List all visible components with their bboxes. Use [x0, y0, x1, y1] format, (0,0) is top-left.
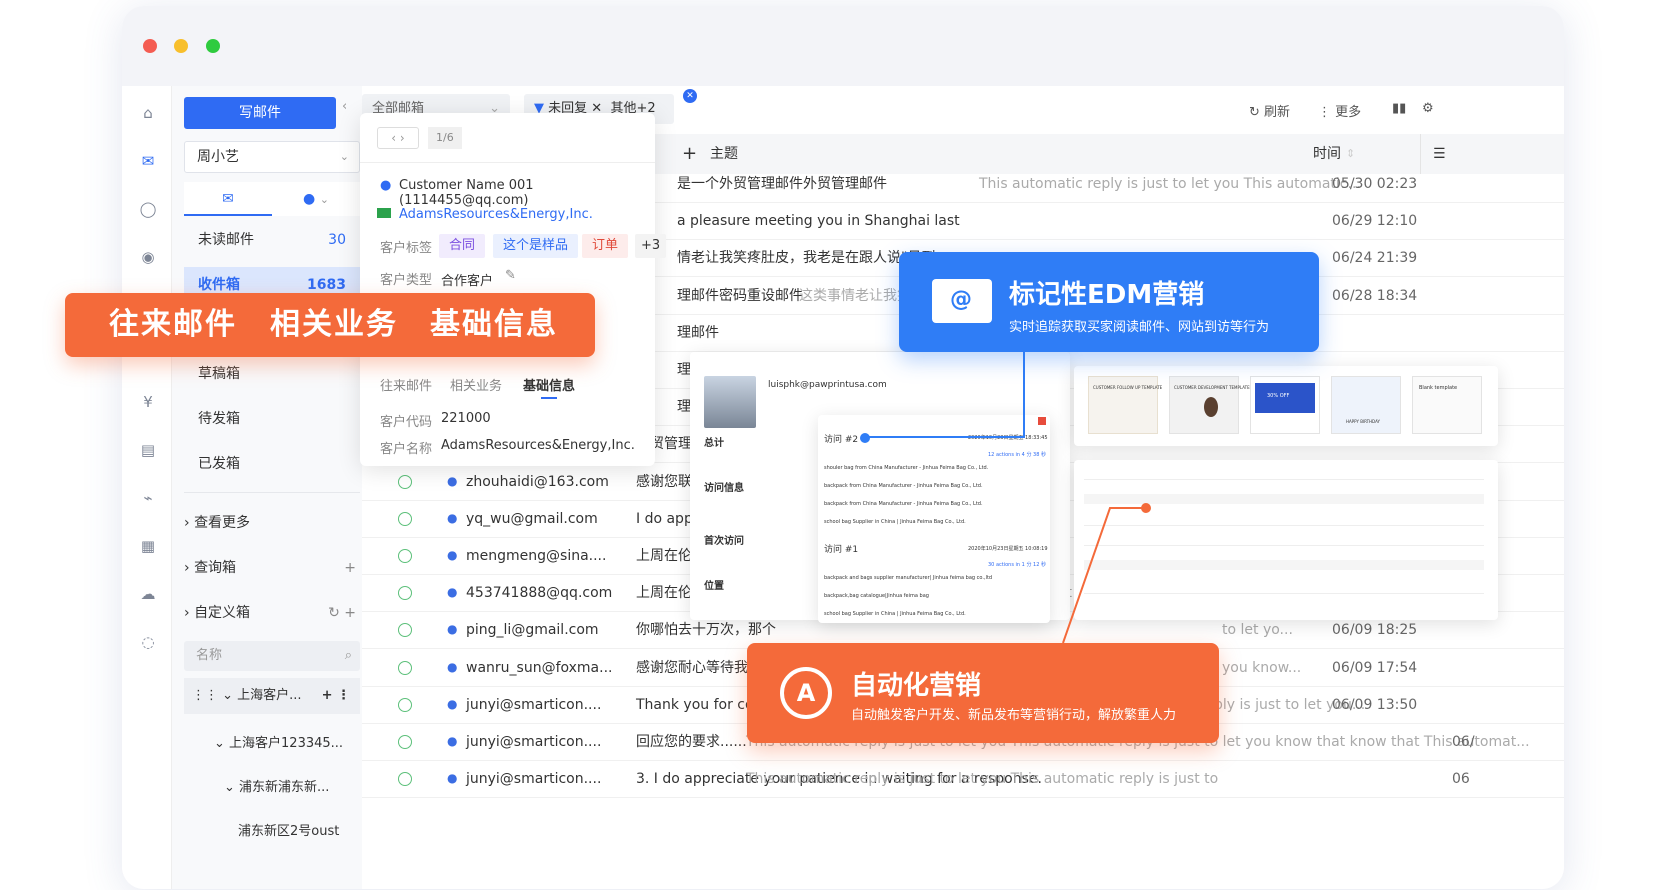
edm-subtitle: 实时追踪获取买家阅读邮件、网站到访等行为 — [1009, 320, 1270, 335]
automation-feature-card: A 自动化营销 自动触发客户开发、新品发布等营销行动，解放繁重人力 — [747, 643, 1219, 743]
connector-lines — [860, 352, 1151, 644]
edm-feature-card: @ 标记性EDM营销 实时追踪获取买家阅读邮件、网站到访等行为 — [899, 252, 1319, 352]
automation-title: 自动化营销 — [851, 671, 982, 701]
automation-subtitle: 自动触发客户开发、新品发布等营销行动，解放繁重人力 — [851, 708, 1177, 723]
edm-title: 标记性EDM营销 — [1009, 280, 1205, 310]
automation-icon: A — [780, 667, 832, 719]
email-at-icon: @ — [932, 279, 992, 323]
